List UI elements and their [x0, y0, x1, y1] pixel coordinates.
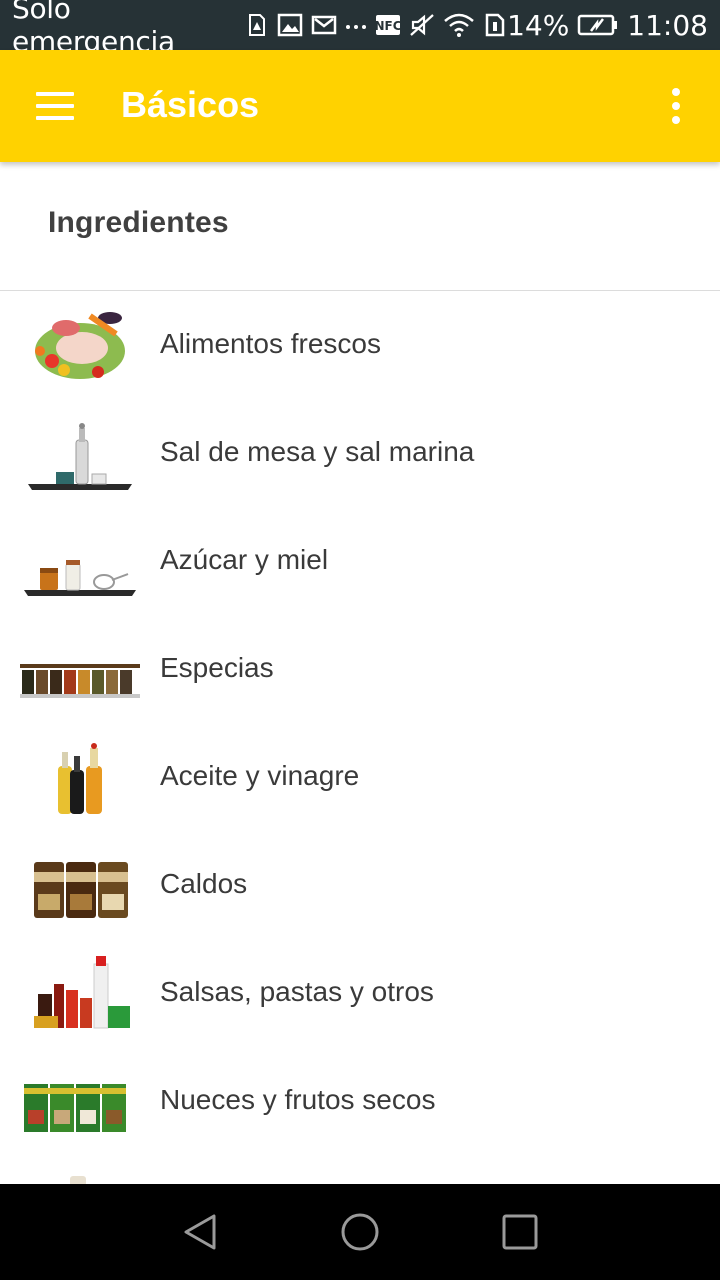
home-icon[interactable] [336, 1208, 384, 1256]
clock: 11:08 [627, 8, 708, 42]
spices-image [20, 664, 140, 698]
list-item-aceite-vinagre[interactable]: Aceite y vinagre [0, 724, 720, 832]
list-item-label: Especias [160, 652, 274, 683]
list-item-salsas[interactable]: Salsas, pastas y otros [0, 940, 720, 1048]
nfc-icon: NFC [375, 15, 401, 35]
data-sim-icon [485, 13, 505, 37]
list-item-nueces[interactable]: Nueces y frutos secos [0, 1048, 720, 1156]
list-item-caldos[interactable]: Caldos [0, 832, 720, 940]
ingredient-list: Alimentos frescos Sal de mesa y sal mari… [0, 292, 720, 1156]
list-item-label: Salsas, pastas y otros [160, 976, 434, 1007]
navigation-bar [0, 1184, 720, 1280]
page-title: Básicos [121, 84, 260, 125]
list-item-label: Aceite y vinagre [160, 760, 360, 791]
image-icon [277, 13, 303, 37]
list-item-partial [0, 1156, 720, 1184]
section-header: Ingredientes [0, 162, 720, 291]
fresh-food-image [35, 312, 125, 379]
svg-text:NFC: NFC [375, 19, 401, 33]
back-icon[interactable] [176, 1208, 224, 1256]
more-dots-icon [346, 25, 367, 29]
battery-percent: 14% [507, 8, 570, 42]
list-item-label: Azúcar y miel [160, 544, 329, 575]
menu-icon[interactable] [36, 90, 76, 122]
app-bar: Básicos [0, 50, 720, 162]
nuts-image [24, 1084, 126, 1132]
list-item-azucar-miel[interactable]: Azúcar y miel [0, 508, 720, 616]
list-item-especias[interactable]: Especias [0, 616, 720, 724]
partial-thumb-image [70, 1176, 86, 1184]
list-item-alimentos-frescos[interactable]: Alimentos frescos [0, 292, 720, 400]
battery-icon [578, 14, 618, 36]
status-icons: NFC [245, 13, 507, 37]
mute-icon [410, 14, 434, 36]
mail-icon [311, 15, 337, 35]
list-item-sal[interactable]: Sal de mesa y sal marina [0, 400, 720, 508]
list-item-label: Caldos [160, 868, 248, 899]
status-right: 14% 11:08 [507, 9, 708, 42]
sugar-honey-image [24, 560, 136, 596]
list-item-label: Nueces y frutos secos [160, 1084, 436, 1115]
list-item-label: Alimentos frescos [160, 328, 381, 359]
overflow-menu-icon[interactable] [666, 86, 686, 126]
oil-vinegar-image [58, 743, 102, 814]
salt-image [28, 423, 132, 490]
broths-image [34, 862, 128, 918]
sim-alert-icon [249, 14, 266, 36]
wifi-icon [444, 13, 474, 37]
recents-icon[interactable] [496, 1208, 544, 1256]
section-title: Ingredientes [48, 206, 229, 239]
list-item-label: Sal de mesa y sal marina [160, 436, 475, 467]
status-bar: Solo emergencia NFC 14% 11:08 [0, 0, 720, 58]
sauces-image [34, 956, 130, 1029]
